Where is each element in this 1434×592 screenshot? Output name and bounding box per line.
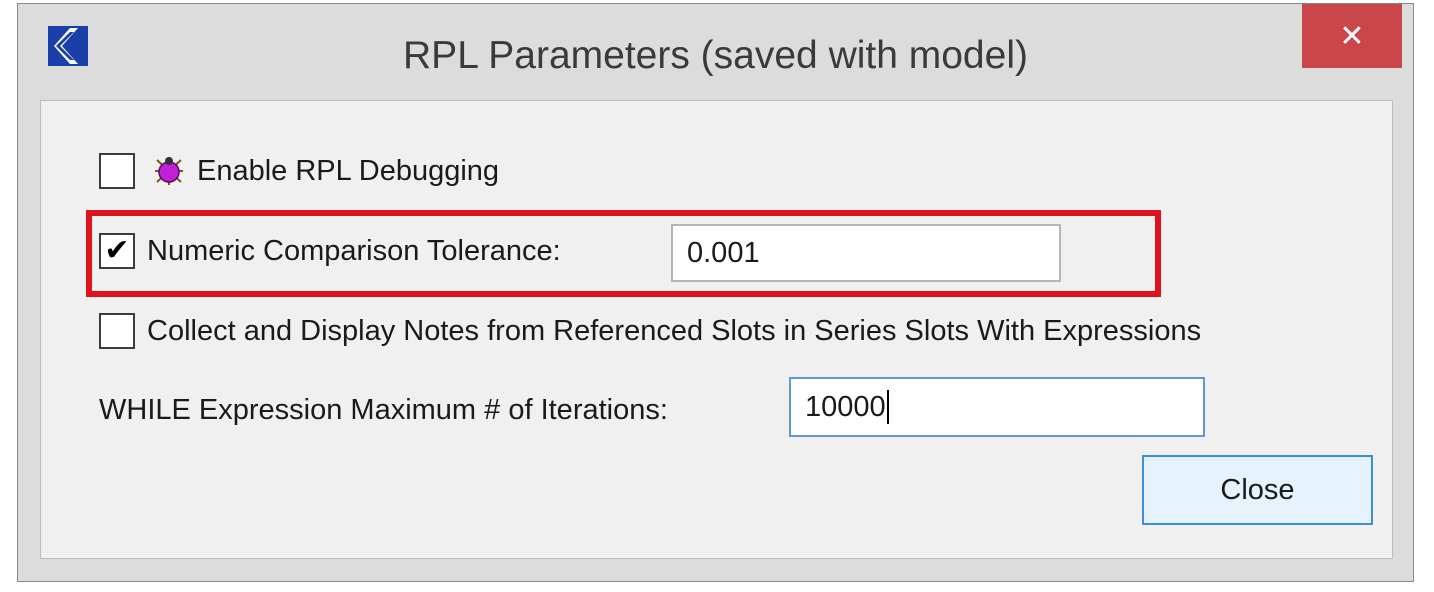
debugging-option: Enable RPL Debugging xyxy=(99,153,499,189)
while-iterations-value: 10000 xyxy=(805,390,886,423)
tolerance-input[interactable]: 0.001 xyxy=(671,224,1061,282)
tolerance-label: Numeric Comparison Tolerance: xyxy=(147,234,561,267)
dialog-body: Enable RPL Debugging ✔ Numeric Compariso… xyxy=(40,100,1393,559)
window-title: RPL Parameters (saved with model) xyxy=(403,34,1028,77)
text-caret xyxy=(886,390,889,424)
while-option: WHILE Expression Maximum # of Iterations… xyxy=(99,394,668,427)
while-iterations-label: WHILE Expression Maximum # of Iterations… xyxy=(99,394,668,426)
collect-notes-label: Collect and Display Notes from Reference… xyxy=(147,314,1202,347)
tolerance-checkbox[interactable]: ✔ xyxy=(99,233,135,269)
close-button[interactable]: Close xyxy=(1142,455,1373,525)
notes-option: Collect and Display Notes from Reference… xyxy=(99,313,1201,349)
title-bar[interactable]: RPL Parameters (saved with model) ✕ xyxy=(18,4,1413,100)
collect-notes-checkbox[interactable] xyxy=(99,313,135,349)
while-iterations-input[interactable]: 10000 xyxy=(789,377,1205,437)
enable-debugging-checkbox[interactable] xyxy=(99,153,135,189)
enable-debugging-label: Enable RPL Debugging xyxy=(197,154,500,187)
close-icon[interactable]: ✕ xyxy=(1302,4,1402,68)
bug-icon xyxy=(155,157,183,185)
dialog-window: RPL Parameters (saved with model) ✕ Enab… xyxy=(17,3,1414,582)
tolerance-option: ✔ Numeric Comparison Tolerance: xyxy=(99,233,561,269)
